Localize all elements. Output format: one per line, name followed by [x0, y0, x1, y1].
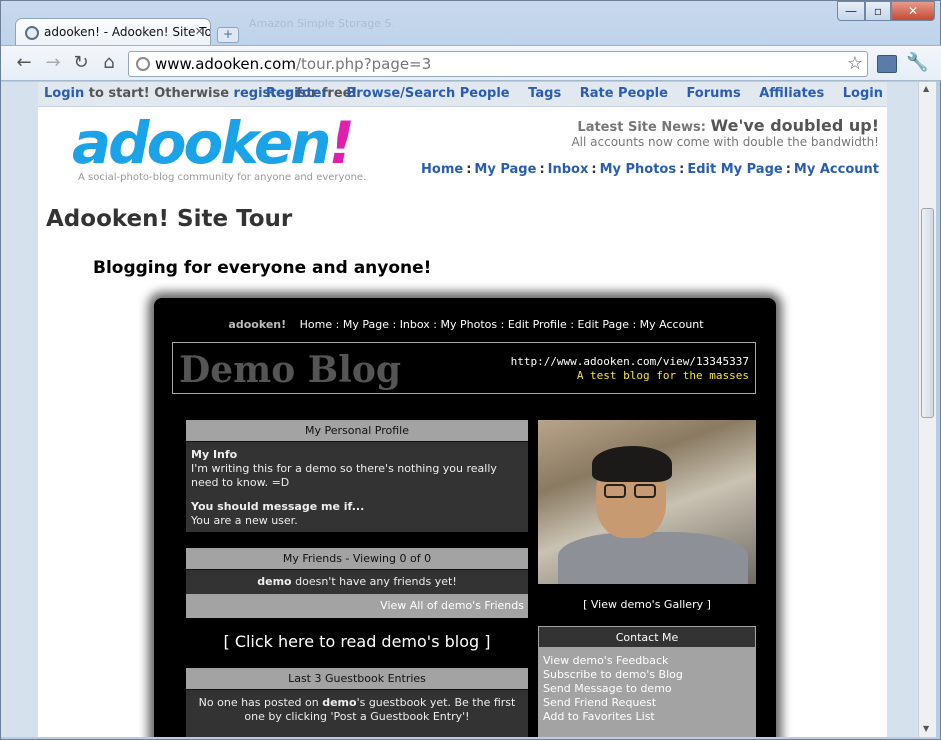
- profile-header: My Personal Profile: [186, 420, 528, 442]
- demo-blog-screenshot: adooken! Home : My Page : Inbox : My Pho…: [162, 304, 770, 737]
- web-page: Login to start! Otherwise register for f…: [38, 82, 887, 737]
- photo-shirt: [558, 532, 748, 584]
- vertical-scrollbar[interactable]: ▲ ▼: [918, 82, 936, 737]
- contact-friend-request: Send Friend Request: [543, 696, 657, 709]
- page-viewport: Login to start! Otherwise register for f…: [1, 82, 918, 737]
- contact-favorites: Add to Favorites List: [543, 710, 655, 723]
- photo-glasses-left: [604, 484, 626, 498]
- demo-blog-url: http://www.adooken.com/view/13345337: [510, 355, 749, 368]
- demo-nav-photos: My Photos: [440, 318, 498, 331]
- title-bar: adooken! - Adooken! Site Tour ✕ Amazon S…: [1, 1, 941, 46]
- topnav-forums[interactable]: Forums: [686, 86, 740, 101]
- browser-tab[interactable]: adooken! - Adooken! Site Tour ✕: [15, 18, 211, 46]
- site-tagline: A social-photo-blog community for anyone…: [78, 172, 367, 183]
- page-info-icon[interactable]: [136, 57, 150, 71]
- page-title: Adooken! Site Tour: [46, 206, 293, 232]
- site-logo[interactable]: adooken!: [72, 109, 355, 177]
- section-heading: Blogging for everyone and anyone!: [93, 258, 432, 278]
- contact-send-message: Send Message to demo: [543, 682, 672, 695]
- close-window-button[interactable]: ✕: [891, 1, 935, 21]
- demo-nav-account: My Account: [639, 318, 704, 331]
- info-label: My Info: [191, 448, 238, 461]
- wrench-icon[interactable]: 🔧: [906, 52, 928, 73]
- minimize-button[interactable]: —: [837, 1, 865, 21]
- scroll-up-icon[interactable]: ▲: [923, 84, 929, 93]
- address-bar[interactable]: www.adooken.com/tour.php?page=3 ☆: [128, 51, 868, 77]
- photo-hair: [592, 446, 672, 482]
- forward-icon[interactable]: →: [41, 52, 65, 73]
- url-path: /tour.php?page=3: [295, 55, 432, 73]
- login-link[interactable]: Login: [44, 86, 84, 101]
- demo-nav-inbox: Inbox: [399, 318, 430, 331]
- demo-blog-header: Demo Blog http://www.adooken.com/view/13…: [172, 342, 756, 394]
- site-news: Latest Site News: We've doubled up!: [577, 116, 879, 135]
- nav-home[interactable]: Home: [421, 162, 463, 177]
- profile-photo: [538, 420, 756, 584]
- read-blog-link: [ Click here to read demo's blog ]: [223, 632, 491, 651]
- main-nav: Home: My Page: Inbox: My Photos: Edit My Pag…: [421, 162, 879, 177]
- bookmark-star-icon[interactable]: ☆: [847, 53, 863, 74]
- demo-blog-subtitle: A test blog for the masses: [576, 369, 749, 382]
- demo-nav-my-page: My Page: [342, 318, 389, 331]
- news-headline[interactable]: We've doubled up!: [711, 116, 879, 135]
- reload-icon[interactable]: ↻: [69, 52, 93, 73]
- view-all-friends-link: View All of demo's Friends: [186, 594, 528, 618]
- friends-empty-text: doesn't have any friends yet!: [291, 575, 457, 588]
- news-detail: All accounts now come with double the ba…: [571, 135, 879, 149]
- logo-exclaim: !: [328, 109, 355, 177]
- profile-box: My Personal Profile My Info I'm writing …: [186, 420, 528, 532]
- scroll-down-icon[interactable]: ▼: [923, 724, 929, 733]
- close-tab-icon[interactable]: ✕: [195, 25, 204, 38]
- nav-my-page[interactable]: My Page: [474, 162, 536, 177]
- nav-inbox[interactable]: Inbox: [548, 162, 589, 177]
- ghost-tab-title: Amazon Simple Storage S...: [249, 17, 393, 30]
- tab-title: adooken! - Adooken! Site Tour: [44, 25, 211, 39]
- message-text: You are a new user.: [191, 514, 298, 527]
- friends-header: My Friends - Viewing 0 of 0: [186, 548, 528, 570]
- nav-edit-my-page[interactable]: Edit My Page: [687, 162, 782, 177]
- browser-window: adooken! - Adooken! Site Tour ✕ Amazon S…: [0, 0, 941, 740]
- back-icon[interactable]: ←: [12, 52, 36, 73]
- contact-header: Contact Me: [538, 626, 756, 648]
- news-label: Latest Site News:: [577, 120, 706, 135]
- view-gallery-link: [ View demo's Gallery ]: [583, 598, 711, 611]
- photo-glasses-right: [634, 484, 656, 498]
- friends-box: My Friends - Viewing 0 of 0 demo doesn't…: [186, 548, 528, 618]
- guestbook-box: Last 3 Guestbook Entries No one has post…: [186, 668, 528, 737]
- topnav-tags[interactable]: Tags: [528, 86, 561, 101]
- topnav-rate[interactable]: Rate People: [580, 86, 668, 101]
- nav-my-account[interactable]: My Account: [794, 162, 879, 177]
- demo-brand: adooken!: [228, 318, 287, 331]
- friends-user: demo: [257, 575, 292, 588]
- topnav-register[interactable]: Register: [266, 86, 328, 101]
- guestbook-user: demo: [322, 696, 357, 709]
- nav-my-photos[interactable]: My Photos: [600, 162, 677, 177]
- globe-icon: [25, 26, 39, 40]
- maximize-button[interactable]: ▫: [865, 1, 891, 21]
- message-label: You should message me if...: [191, 500, 365, 513]
- contact-feedback: View demo's Feedback: [543, 654, 669, 667]
- site-topbar: Login to start! Otherwise register for f…: [38, 82, 887, 107]
- browser-toolbar: ← → ↻ ⌂ www.adooken.com/tour.php?page=3 …: [1, 45, 941, 81]
- contact-box: Contact Me View demo's Feedback Subscrib…: [538, 626, 756, 737]
- demo-blog-title: Demo Blog: [179, 349, 402, 391]
- logo-text: adooken: [72, 109, 331, 177]
- contact-subscribe: Subscribe to demo's Blog: [543, 668, 683, 681]
- topnav-affiliates[interactable]: Affiliates: [759, 86, 824, 101]
- page-menu-icon[interactable]: [877, 55, 897, 73]
- guestbook-header: Last 3 Guestbook Entries: [186, 668, 528, 690]
- new-tab-button[interactable]: +: [217, 27, 239, 43]
- guestbook-text: No one has posted on: [198, 696, 323, 709]
- topbar-text: to start! Otherwise: [84, 86, 234, 101]
- home-icon[interactable]: ⌂: [97, 52, 121, 73]
- url-domain: www.adooken.com: [155, 55, 296, 73]
- demo-nav-edit-profile: Edit Profile: [507, 318, 567, 331]
- info-text: I'm writing this for a demo so there's n…: [191, 462, 497, 489]
- demo-nav-home: Home: [299, 318, 333, 331]
- topnav-browse[interactable]: Browse/Search People: [346, 86, 509, 101]
- demo-nav: adooken! Home : My Page : Inbox : My Pho…: [228, 318, 704, 331]
- topnav-login[interactable]: Login: [843, 86, 883, 101]
- scrollbar-thumb[interactable]: [921, 208, 934, 418]
- demo-nav-edit-page: Edit Page: [577, 318, 629, 331]
